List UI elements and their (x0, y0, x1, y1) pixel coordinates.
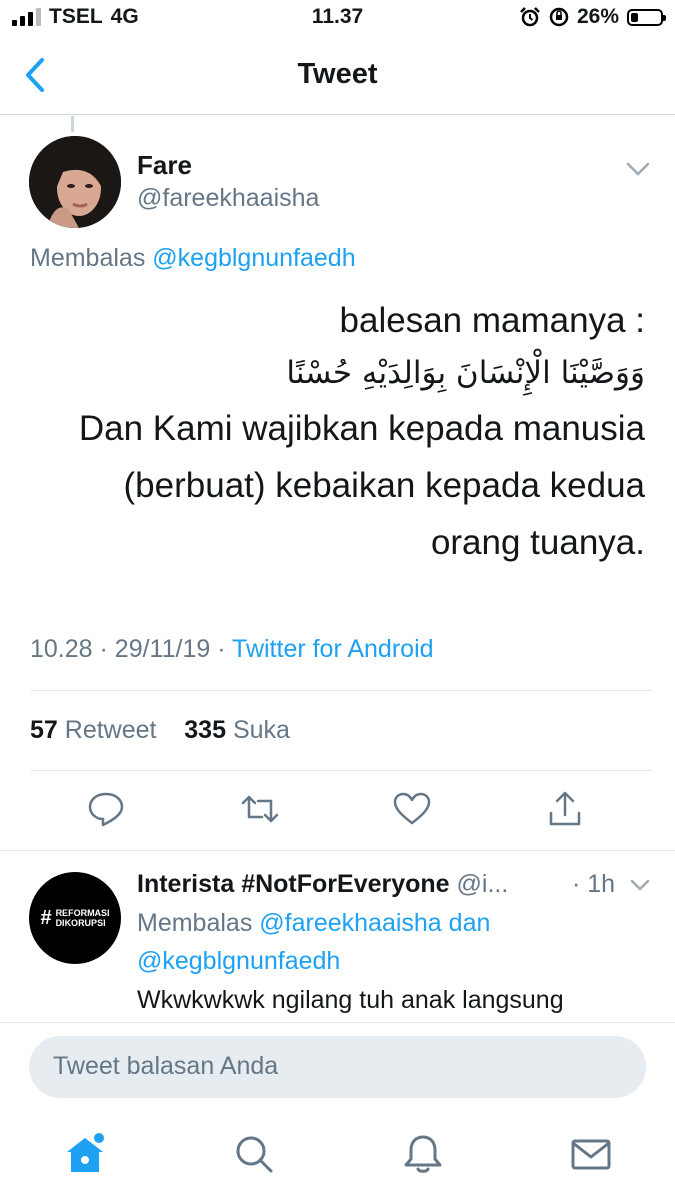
tweet-date: 29/11/19 (114, 635, 211, 663)
battery-icon (627, 8, 666, 26)
avatar-hash: # (40, 907, 52, 929)
retweet-label: Retweet (64, 716, 157, 744)
composer-placeholder: Tweet balasan Anda (53, 1052, 279, 1080)
reply-replying-to: Membalas @fareekhaaisha dan @kegblgnunfa… (137, 904, 557, 980)
like-count: 335 (184, 716, 226, 744)
retweet-count: 57 (30, 716, 58, 744)
reply-avatar[interactable]: # REFORMASI DIKORUPSI (29, 872, 121, 964)
divider (30, 690, 652, 691)
orientation-lock-icon (549, 7, 569, 27)
divider (30, 770, 652, 771)
tweet-body-line: balesan mamanya : (339, 301, 645, 340)
reply-author[interactable]: Interista #NotForEveryone @i... (137, 870, 508, 899)
replying-prefix: Membalas (137, 909, 253, 937)
like-label: Suka (232, 716, 290, 744)
replying-to-link[interactable]: @kegblgnunfaedh (152, 244, 355, 272)
reply-text: Wkwkwkwk ngilang tuh anak langsung (137, 986, 564, 1014)
avatar-line: REFORMASI (55, 908, 110, 918)
home-icon[interactable] (63, 1132, 107, 1176)
reply-author-handle: @i... (456, 870, 509, 898)
reply-icon[interactable] (86, 789, 126, 829)
retweet-stat[interactable]: 57 Retweet (30, 716, 156, 744)
chevron-down-icon[interactable] (628, 876, 652, 894)
battery-percent: 26% (576, 5, 619, 28)
avatar-logo: # REFORMASI DIKORUPSI (40, 908, 109, 928)
tweet-time: 10.28 (30, 635, 93, 663)
page-title: Tweet (297, 58, 378, 90)
alarm-icon (520, 7, 540, 27)
nav-bar: Tweet (0, 36, 675, 115)
avatar[interactable] (29, 136, 121, 228)
tweet-source[interactable]: Twitter for Android (232, 635, 433, 663)
meta-dot: · (217, 635, 233, 663)
replying-to: Membalas @kegblgnunfaedh (30, 244, 356, 273)
tweet-body-line: (berbuat) kebaikan kepada kedua (123, 466, 645, 505)
avatar-line: DIKORUPSI (55, 918, 106, 928)
thread-connector (71, 116, 74, 132)
replying-prefix: Membalas (30, 244, 146, 272)
messages-icon[interactable] (569, 1132, 613, 1176)
tweet-body-line: orang tuanya. (430, 523, 645, 562)
tweet-body-arabic: وَوَصَّيْنَا الْإِنْسَانَ بِوَالِدَيْهِ … (286, 355, 645, 391)
profile-photo (29, 136, 121, 228)
replying-to-link[interactable]: @kegblgnunfaedh (137, 947, 340, 975)
notifications-icon[interactable] (401, 1132, 445, 1176)
reply-author-name: Interista #NotForEveryone (137, 870, 450, 898)
status-right: 26% (519, 5, 666, 29)
author-name[interactable]: Fare (137, 150, 192, 181)
search-icon[interactable] (232, 1132, 276, 1176)
meta-dot: · (99, 635, 115, 663)
like-icon[interactable] (392, 789, 432, 829)
retweet-icon[interactable] (240, 789, 280, 829)
avatar-text: REFORMASI DIKORUPSI (56, 908, 110, 928)
author-handle[interactable]: @fareekhaaisha (137, 184, 319, 213)
replying-to-link[interactable]: @fareekhaaisha (259, 909, 441, 937)
tweet-body-line: Dan Kami wajibkan kepada manusia (78, 409, 645, 448)
reply-time: · 1h (572, 870, 616, 898)
divider (0, 850, 675, 851)
reply-composer[interactable]: Tweet balasan Anda (29, 1036, 646, 1098)
tweet-stats: 57 Retweet 335 Suka (30, 716, 290, 745)
tweet-meta: 10.28 · 29/11/19 · Twitter for Android (30, 635, 434, 664)
replying-conjunction: dan (448, 909, 491, 937)
share-icon[interactable] (545, 789, 585, 829)
status-bar: TSEL 4G 11.37 26% (0, 0, 675, 36)
chevron-down-icon[interactable] (623, 158, 653, 180)
like-stat[interactable]: 335 Suka (184, 716, 290, 744)
